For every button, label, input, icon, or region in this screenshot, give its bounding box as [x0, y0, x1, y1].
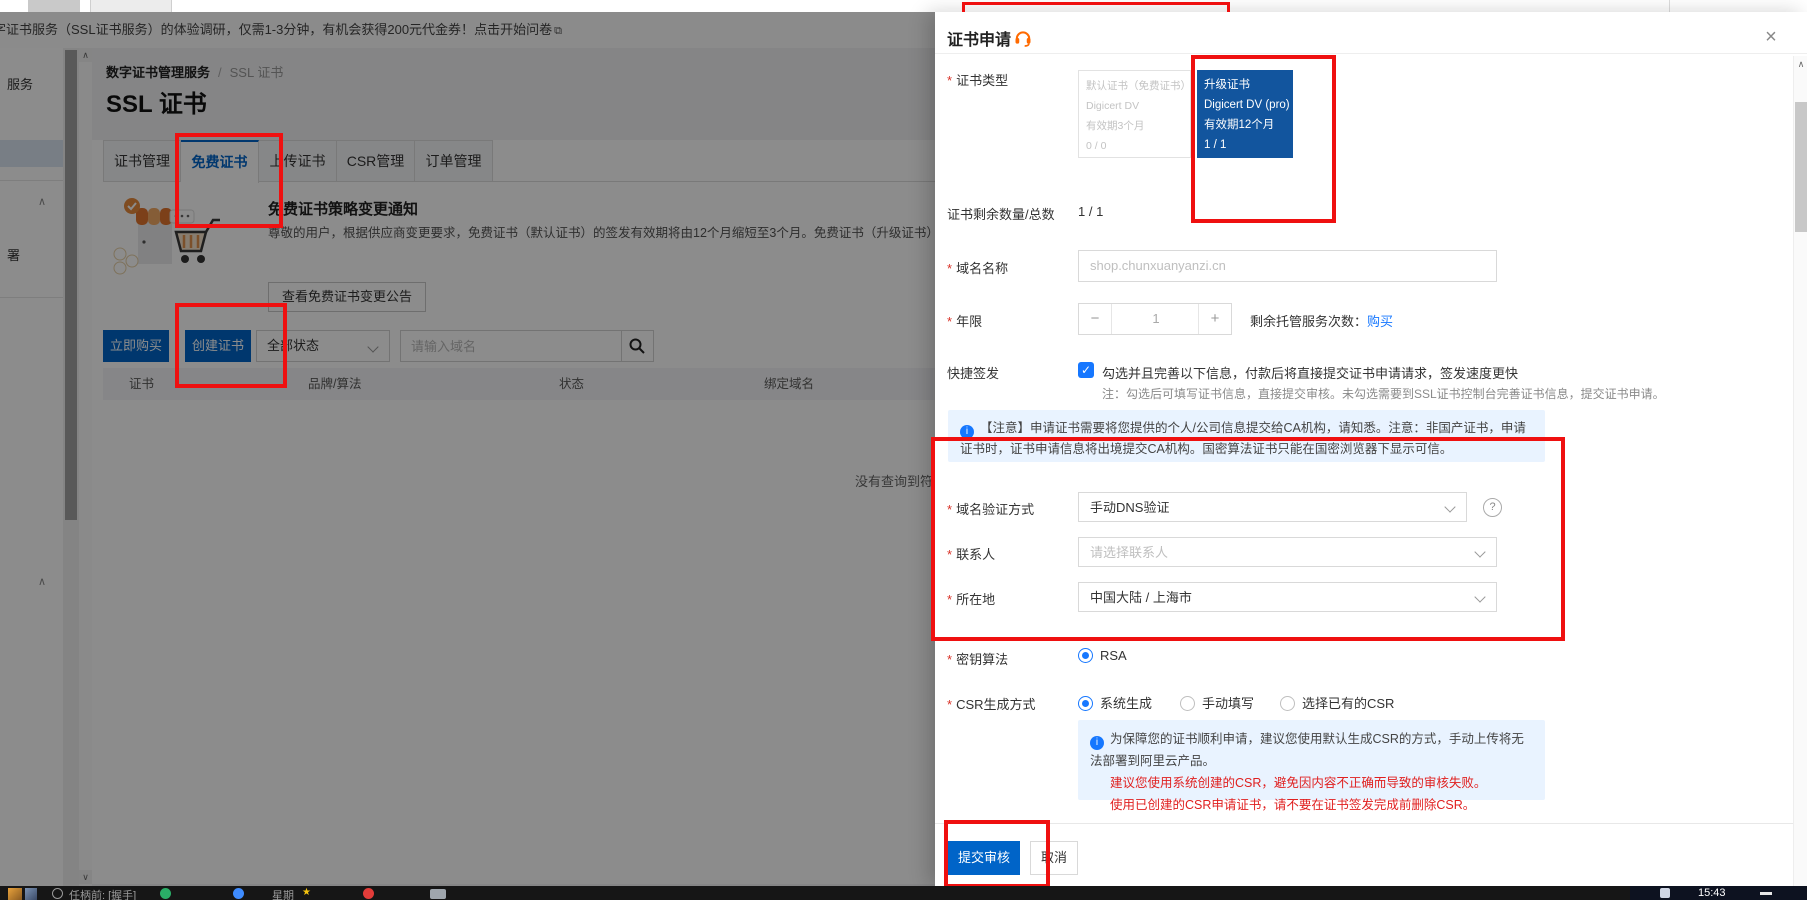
taskbar-thumbnail[interactable]: [25, 888, 37, 900]
annotation-box-form-fields: [931, 437, 1565, 641]
taskbar-week-label: 星期: [272, 887, 294, 900]
drawer-header-divider: [935, 53, 1807, 54]
cert-type-card-default[interactable]: 默认证书（免费证书） Digicert DV 有效期3个月 0 / 0: [1078, 70, 1191, 158]
remaining-value: 1 / 1: [1078, 204, 1103, 219]
info-icon: i: [1090, 736, 1104, 750]
annotation-box-free-cert-tab: [175, 133, 283, 228]
radio-icon: [1280, 696, 1295, 711]
drawer-footer-divider: [935, 823, 1807, 824]
app-icon[interactable]: [430, 889, 446, 899]
annotation-box-submit: [944, 820, 1050, 888]
scroll-up-icon[interactable]: ∧: [1794, 56, 1807, 72]
customer-service-icon[interactable]: [1013, 27, 1033, 47]
years-stepper[interactable]: − 1 +: [1078, 303, 1232, 335]
csr-notice-box: i为保障您的证书顺利申请，建议您使用默认生成CSR的方式，手动上传将无法部署到阿…: [1078, 720, 1545, 800]
annotation-box-create-cert: [175, 303, 287, 388]
annotation-box-upgrade-card: [1191, 55, 1336, 223]
browser-tab-stub[interactable]: [28, 0, 80, 12]
hosting-remaining-label: 剩余托管服务次数：: [1250, 311, 1367, 330]
quick-issue-note: 注：勾选后可填写证书信息，直接提交审核。未勾选需要到SSL证书控制台完善证书信息…: [1102, 385, 1665, 402]
tray-icon[interactable]: [1660, 888, 1670, 898]
field-label-remaining: 证书剩余数量/总数: [947, 204, 1055, 223]
browser-icon[interactable]: [233, 888, 244, 899]
red-app-icon[interactable]: [363, 888, 374, 899]
strip-divider: [1669, 0, 1670, 12]
csr-notice-line3: 使用已创建的CSR申请证书，请不要在证书签发完成前删除CSR。: [1090, 794, 1533, 816]
tray-notification-icon[interactable]: [1760, 892, 1772, 895]
csr-radio-system[interactable]: 系统生成: [1078, 693, 1152, 712]
drawer-scrollbar[interactable]: ∧: [1793, 56, 1807, 886]
field-label-domain: *域名名称: [947, 258, 1008, 277]
buy-hosting-link[interactable]: 购买: [1367, 311, 1393, 330]
quick-issue-checkbox[interactable]: ✓: [1078, 362, 1094, 378]
minus-icon[interactable]: −: [1079, 304, 1112, 334]
field-label-key-algo: *密钥算法: [947, 649, 1008, 668]
star-icon[interactable]: ★: [302, 887, 311, 898]
console-background: 字证书服务（SSL证书服务）的体验调研，仅需1-3分钟，有机会获得200元代金券…: [0, 12, 935, 886]
browser-tab-stub[interactable]: [90, 0, 172, 12]
plus-icon[interactable]: +: [1198, 304, 1231, 334]
radio-selected-icon: [1078, 696, 1093, 711]
csr-notice-line2: 建议您使用系统创建的CSR，避免因内容不正确而导致的审核失败。: [1090, 772, 1533, 794]
close-icon[interactable]: ×: [1759, 26, 1783, 50]
taskbar-chat-preview[interactable]: 任柄前: [握手]: [69, 887, 136, 900]
domain-name-input[interactable]: shop.chunxuanyanzi.cn: [1078, 250, 1497, 282]
field-label-cert-type: *证书类型: [947, 70, 1008, 89]
scrollbar-thumb[interactable]: [1795, 102, 1807, 232]
annotation-box-top-partial: [962, 2, 1230, 12]
clock-app-icon[interactable]: [52, 888, 63, 899]
radio-icon: [1180, 696, 1195, 711]
quick-issue-text: 勾选并且完善以下信息，付款后将直接提交证书申请请求，签发速度更快: [1102, 363, 1518, 382]
modal-mask[interactable]: [0, 12, 935, 886]
csr-notice-line1: 为保障您的证书顺利申请，建议您使用默认生成CSR的方式，手动上传将无法部署到阿里…: [1090, 732, 1524, 768]
field-label-years: *年限: [947, 311, 982, 330]
wechat-icon[interactable]: [160, 888, 171, 899]
field-label-quick-issue: 快捷签发: [947, 363, 999, 382]
radio-selected-icon: [1078, 648, 1093, 663]
drawer-title: 证书申请: [947, 26, 1011, 50]
key-algo-radio-rsa[interactable]: RSA: [1078, 648, 1127, 663]
taskbar-clock[interactable]: 15:43: [1698, 887, 1726, 899]
taskbar-thumbnail[interactable]: [8, 888, 22, 900]
screen: 字证书服务（SSL证书服务）的体验调研，仅需1-3分钟，有机会获得200元代金券…: [0, 0, 1807, 900]
csr-radio-existing[interactable]: 选择已有的CSR: [1280, 693, 1394, 712]
field-label-csr: *CSR生成方式: [947, 694, 1036, 713]
taskbar-tray: 15:43: [1630, 886, 1807, 900]
years-value[interactable]: 1: [1111, 304, 1201, 334]
windows-taskbar: 任柄前: [握手] 星期 ★ 15:43: [0, 886, 1807, 900]
csr-radio-manual[interactable]: 手动填写: [1180, 693, 1254, 712]
